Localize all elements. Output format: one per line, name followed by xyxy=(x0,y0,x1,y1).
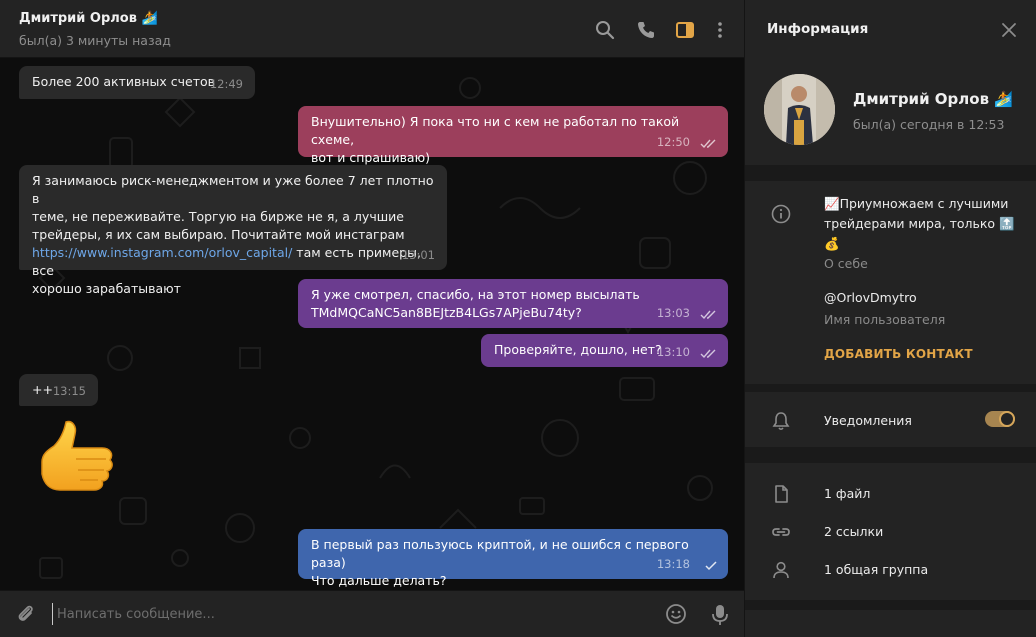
instagram-link[interactable]: https://www.instagram.com/orlov_capital/ xyxy=(32,245,292,260)
chat-pane: Дмитрий Орлов 🏄 был(а) 3 минуты назад Бо… xyxy=(0,0,744,637)
add-contact-button[interactable]: ДОБАВИТЬ КОНТАКТ xyxy=(824,347,973,361)
attach-icon[interactable] xyxy=(15,603,37,625)
message-text: Более 200 активных счетов xyxy=(32,74,216,89)
message-time: 13:18 xyxy=(656,557,690,571)
message-bubble-incoming[interactable]: Я занимаюсь риск-менеджментом и уже боле… xyxy=(19,165,447,296)
message-time: 13:01 xyxy=(401,248,435,262)
info-icon xyxy=(771,204,791,224)
group-icon xyxy=(773,561,789,579)
message-input[interactable] xyxy=(52,603,642,625)
message-time: 13:15 xyxy=(52,384,86,398)
message-time: 13:10 xyxy=(656,345,690,359)
divider xyxy=(745,384,1036,392)
sidebar-panel-icon[interactable] xyxy=(674,19,696,41)
message-text: Я занимаюсь риск-менеджментом и уже боле… xyxy=(32,173,434,242)
message-bubble-outgoing[interactable]: В первый раз пользуюсь криптой, и не оши… xyxy=(298,529,728,588)
about-text[interactable]: 📈Приумножаем с лучшими трейдерами мира, … xyxy=(824,194,1024,254)
chat-title[interactable]: Дмитрий Орлов 🏄 xyxy=(19,11,158,26)
message-bubble-outgoing[interactable]: Проверяйте, дошло, нет? 13:10 xyxy=(481,334,728,367)
message-text: Проверяйте, дошло, нет? xyxy=(494,342,662,357)
message-text: ++ xyxy=(32,382,53,397)
chat-last-seen: был(а) 3 минуты назад xyxy=(19,33,171,48)
info-panel: Информация Дмитрий Орлов 🏄 был(а) сегодн… xyxy=(744,0,1036,637)
phone-icon[interactable] xyxy=(635,19,657,41)
file-icon xyxy=(775,485,788,503)
common-groups-count[interactable]: 1 общая группа xyxy=(824,562,928,577)
message-time: 12:50 xyxy=(656,135,690,149)
divider xyxy=(745,600,1036,610)
search-icon[interactable] xyxy=(594,19,616,41)
profile-last-seen: был(а) сегодня в 12:53 xyxy=(853,117,1005,132)
username[interactable]: @OrlovDmytro xyxy=(824,290,917,305)
message-bubble-incoming[interactable]: Более 200 активных счетов 12:49 xyxy=(19,66,255,99)
emoji-icon[interactable] xyxy=(665,603,687,625)
files-count[interactable]: 1 файл xyxy=(824,486,870,501)
link-icon xyxy=(772,528,790,536)
message-time: 13:03 xyxy=(656,306,690,320)
divider xyxy=(745,447,1036,463)
message-bubble-outgoing[interactable]: Я уже смотрел, спасибо, на этот номер вы… xyxy=(298,279,728,328)
message-composer xyxy=(0,590,744,637)
info-panel-title: Информация xyxy=(767,21,869,37)
links-count[interactable]: 2 ссылки xyxy=(824,524,883,539)
double-check-icon xyxy=(700,310,716,320)
message-time: 12:49 xyxy=(209,77,243,91)
message-list[interactable]: Более 200 активных счетов 12:49 Внушител… xyxy=(0,58,744,590)
microphone-icon[interactable] xyxy=(709,603,731,627)
message-bubble-outgoing[interactable]: Внушительно) Я пока что ни с кем не рабо… xyxy=(298,106,728,165)
bell-icon xyxy=(772,412,790,431)
notifications-label: Уведомления xyxy=(824,413,912,428)
more-vert-icon[interactable] xyxy=(709,19,731,41)
double-check-icon xyxy=(700,349,716,359)
chat-header[interactable]: Дмитрий Орлов 🏄 был(а) 3 минуты назад xyxy=(0,0,744,58)
double-check-icon xyxy=(700,139,716,149)
message-bubble-incoming[interactable]: ++ 13:15 xyxy=(19,374,98,406)
profile-name: Дмитрий Орлов 🏄 xyxy=(853,90,1013,108)
single-check-icon xyxy=(705,561,717,571)
divider xyxy=(745,165,1036,181)
avatar[interactable] xyxy=(764,74,835,145)
username-label: Имя пользователя xyxy=(824,312,946,327)
about-label: О себе xyxy=(824,256,868,271)
message-text: Я уже смотрел, спасибо, на этот номер вы… xyxy=(311,287,640,320)
thumbs-up-sticker[interactable] xyxy=(36,418,116,494)
close-icon[interactable] xyxy=(999,20,1019,40)
notifications-toggle[interactable] xyxy=(985,411,1015,427)
